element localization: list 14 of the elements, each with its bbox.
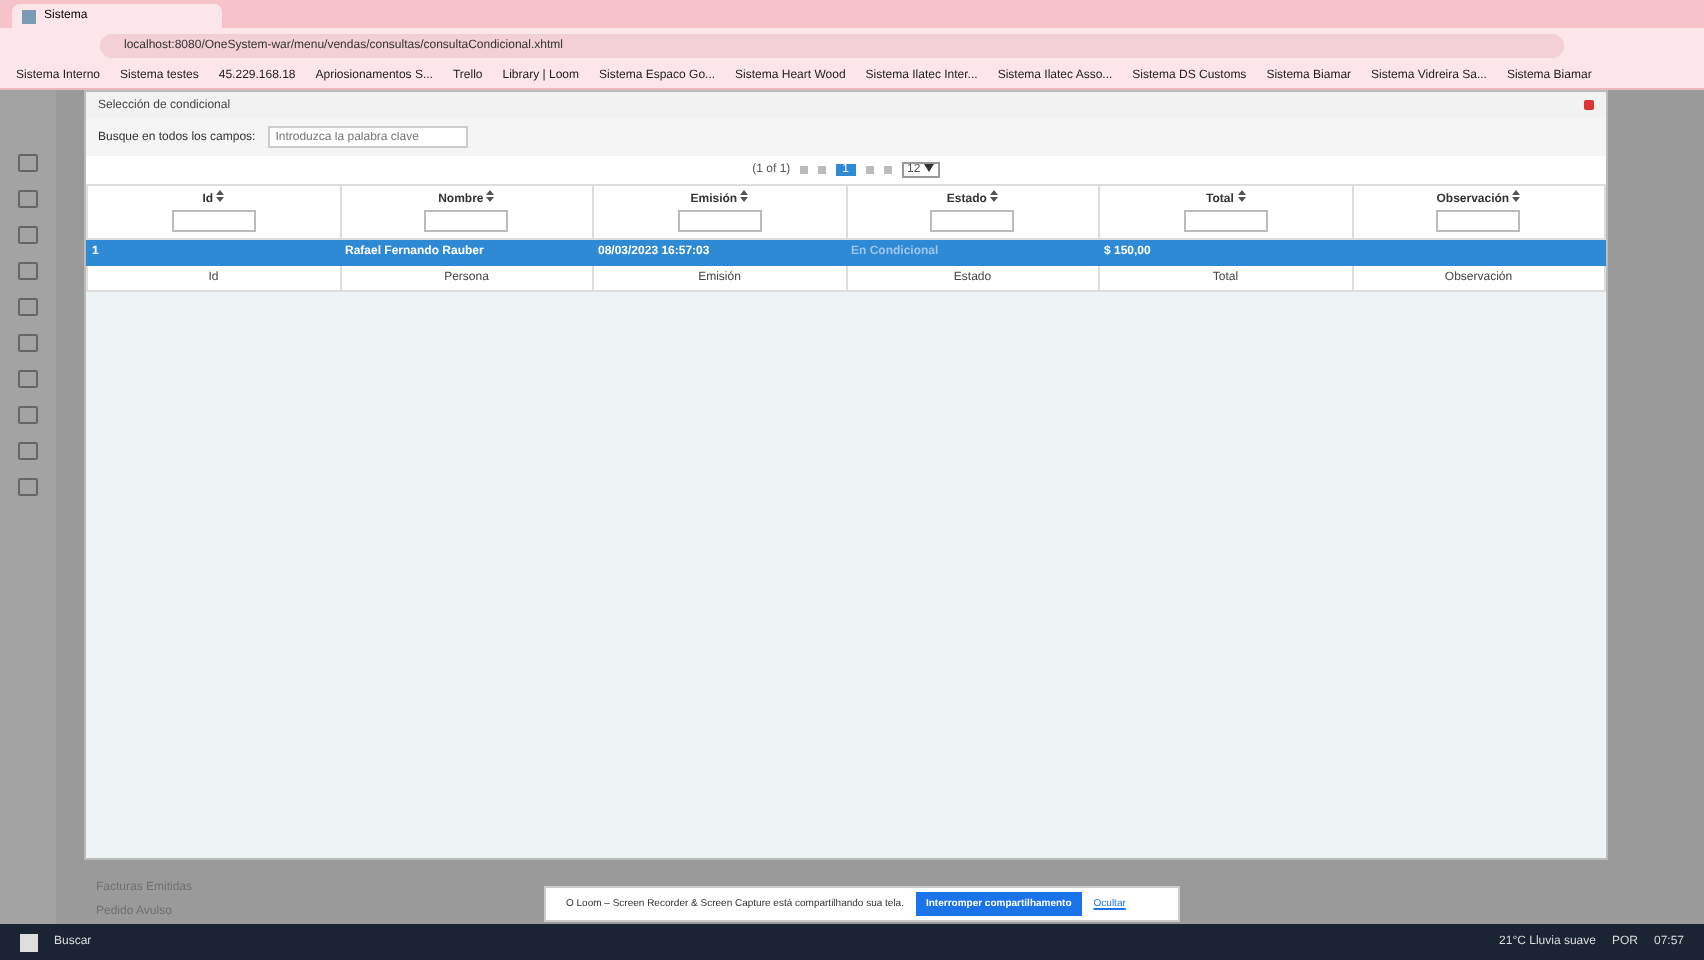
filter-field[interactable] [1436,210,1521,232]
filter-field[interactable] [171,210,256,232]
sort-icon[interactable] [216,190,225,202]
sort-icon[interactable] [740,190,749,202]
caret-icon [923,164,934,172]
filter-field[interactable] [1183,210,1268,232]
sort-icon[interactable] [486,190,495,202]
close-icon[interactable] [1584,100,1594,110]
filter-field[interactable] [677,210,762,232]
sort-icon[interactable] [990,190,999,202]
sort-icon[interactable] [1237,190,1246,202]
filter-field[interactable] [424,210,509,232]
filter-field[interactable] [930,210,1015,232]
sort-icon[interactable] [1512,190,1521,202]
